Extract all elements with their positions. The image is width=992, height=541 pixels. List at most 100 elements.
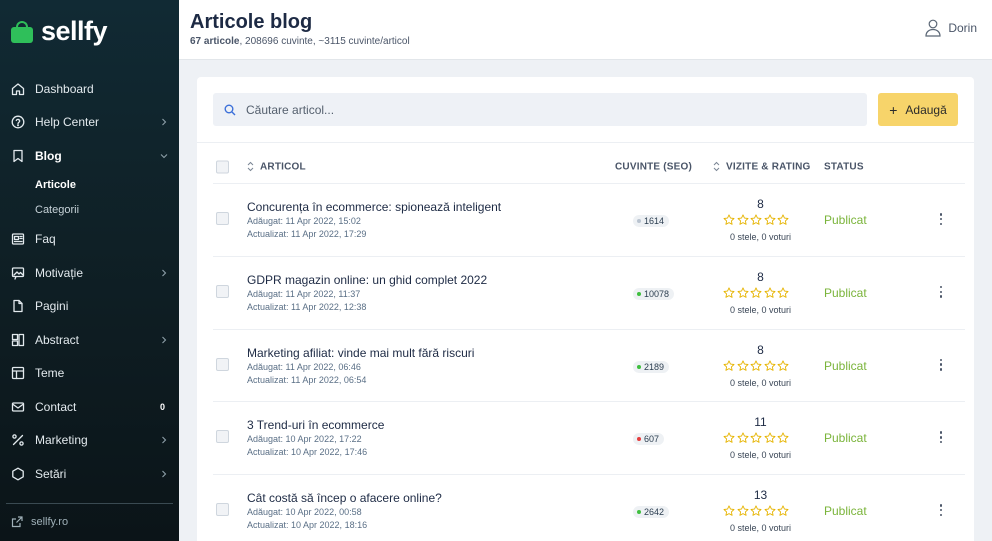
star-icon[interactable] [737,214,749,226]
external-site-link[interactable]: sellfy.ro [11,516,68,528]
sidebar-subitem[interactable]: Articole [0,173,179,198]
star-icon[interactable] [750,360,762,372]
more-vertical-icon[interactable] [938,431,944,444]
sidebar-item-label: Contact [35,399,77,414]
search-input[interactable] [246,102,806,117]
star-icon[interactable] [764,360,776,372]
status-label[interactable]: Publicat [824,213,867,227]
sidebar-item-faq[interactable]: Faq [0,223,179,257]
page-subtitle: 67 articole, 208696 cuvinte, ~3115 cuvin… [190,36,410,47]
star-icon[interactable] [737,287,749,299]
star-icon[interactable] [777,505,789,517]
status-label[interactable]: Publicat [824,359,867,373]
star-icon[interactable] [723,214,735,226]
article-title[interactable]: Marketing afiliat: vinde mai mult fără r… [247,346,474,360]
brand-logo[interactable]: sellfy [11,18,108,45]
star-icon[interactable] [764,432,776,444]
sidebar-item-teme[interactable]: Teme [0,357,179,391]
article-title[interactable]: 3 Trend-uri în ecommerce [247,418,384,432]
status-label[interactable]: Publicat [824,504,867,518]
star-icon[interactable] [750,432,762,444]
article-title[interactable]: Concurența în ecommerce: spionează intel… [247,200,501,214]
sidebar-item-blog[interactable]: Blog [0,139,179,173]
star-icon[interactable] [777,432,789,444]
sidebar-item-abstract[interactable]: Abstract [0,323,179,357]
sort-icon [247,162,254,172]
star-rating[interactable] [723,432,789,444]
visit-count: 8 [757,269,764,284]
star-icon[interactable] [737,360,749,372]
status-label[interactable]: Publicat [824,286,867,300]
column-words[interactable]: CUVINTE (SEO) [615,162,692,173]
sidebar-item-dashboard[interactable]: Dashboard [0,72,179,106]
star-icon[interactable] [723,432,735,444]
sidebar-subitem[interactable]: Categorii [0,198,179,223]
sidebar-item-label: Setări [35,466,67,481]
star-icon[interactable] [723,360,735,372]
more-vertical-icon[interactable] [938,285,944,298]
sidebar-item-label: Marketing [35,433,88,448]
star-icon[interactable] [737,432,749,444]
more-vertical-icon[interactable] [938,213,944,225]
article-title[interactable]: GDPR magazin online: un ghid complet 202… [247,273,487,287]
row-checkbox[interactable] [216,503,229,517]
star-icon[interactable] [764,287,776,299]
row-checkbox[interactable] [216,357,229,371]
user-menu[interactable]: Dorin [925,19,977,37]
star-rating[interactable] [723,505,789,517]
sidebar-item-setari[interactable]: Setări [0,457,179,491]
page-title: Articole blog [190,11,313,33]
row-checkbox[interactable] [216,430,229,444]
status-dot [637,437,641,442]
more-vertical-icon[interactable] [938,504,944,517]
column-visits[interactable]: VIZITE & RATING [713,162,810,173]
table-row[interactable]: GDPR magazin online: un ghid complet 202… [213,255,965,329]
template-icon [11,366,25,380]
user-name: Dorin [948,21,977,35]
star-icon[interactable] [777,287,789,299]
word-count-badge: 607 [633,433,665,446]
column-article-label: ARTICOL [260,161,306,173]
star-rating[interactable] [723,287,789,299]
star-icon[interactable] [750,505,762,517]
column-article[interactable]: ARTICOL [247,162,306,173]
row-checkbox[interactable] [216,284,229,298]
word-count: 2642 [644,507,665,518]
star-icon[interactable] [750,214,762,226]
column-status[interactable]: STATUS [824,162,864,173]
word-stats: , 208696 cuvinte, ~3115 cuvinte/articol [239,36,410,47]
star-icon[interactable] [777,360,789,372]
table-row[interactable]: 3 Trend-uri în ecommerce Adăugat: 10 Apr … [213,401,965,474]
rating-summary: 0 stele, 0 voturi [729,377,792,388]
sidebar-item-pagini[interactable]: Pagini [0,290,179,324]
star-icon[interactable] [723,287,735,299]
article-title[interactable]: Cât costă să încep o afacere online? [247,491,442,505]
select-all-checkbox[interactable] [216,160,229,174]
article-updated-date: Actualizat: 10 Apr 2022, 18:16 [247,520,368,531]
sidebar-item-contact[interactable]: Contact 0 [0,390,179,424]
sidebar-item-motivatie[interactable]: Motivație [0,256,179,290]
star-icon[interactable] [777,214,789,226]
row-checkbox[interactable] [216,212,229,225]
search-bar[interactable] [213,93,867,126]
sidebar-item-marketing[interactable]: Marketing [0,424,179,458]
star-rating[interactable] [723,360,789,372]
star-icon[interactable] [764,214,776,226]
status-dot [637,291,641,296]
external-link-icon [11,516,23,528]
status-label[interactable]: Publicat [824,431,867,445]
star-icon[interactable] [723,505,735,517]
star-rating[interactable] [723,214,789,226]
star-icon[interactable] [764,505,776,517]
home-icon [11,82,25,96]
table-row[interactable]: Cât costă să încep o afacere online? Adău… [213,474,965,541]
chevron-right-icon [162,436,167,444]
table-row[interactable]: Concurența în ecommerce: spionează intel… [213,183,965,256]
add-article-button[interactable]: + Adaugă [878,93,958,126]
word-count-badge: 2189 [633,360,670,373]
star-icon[interactable] [737,505,749,517]
more-vertical-icon[interactable] [938,358,944,371]
table-row[interactable]: Marketing afiliat: vinde mai mult fără r… [213,328,965,402]
sidebar-item-help[interactable]: Help Center [0,106,179,140]
star-icon[interactable] [750,287,762,299]
